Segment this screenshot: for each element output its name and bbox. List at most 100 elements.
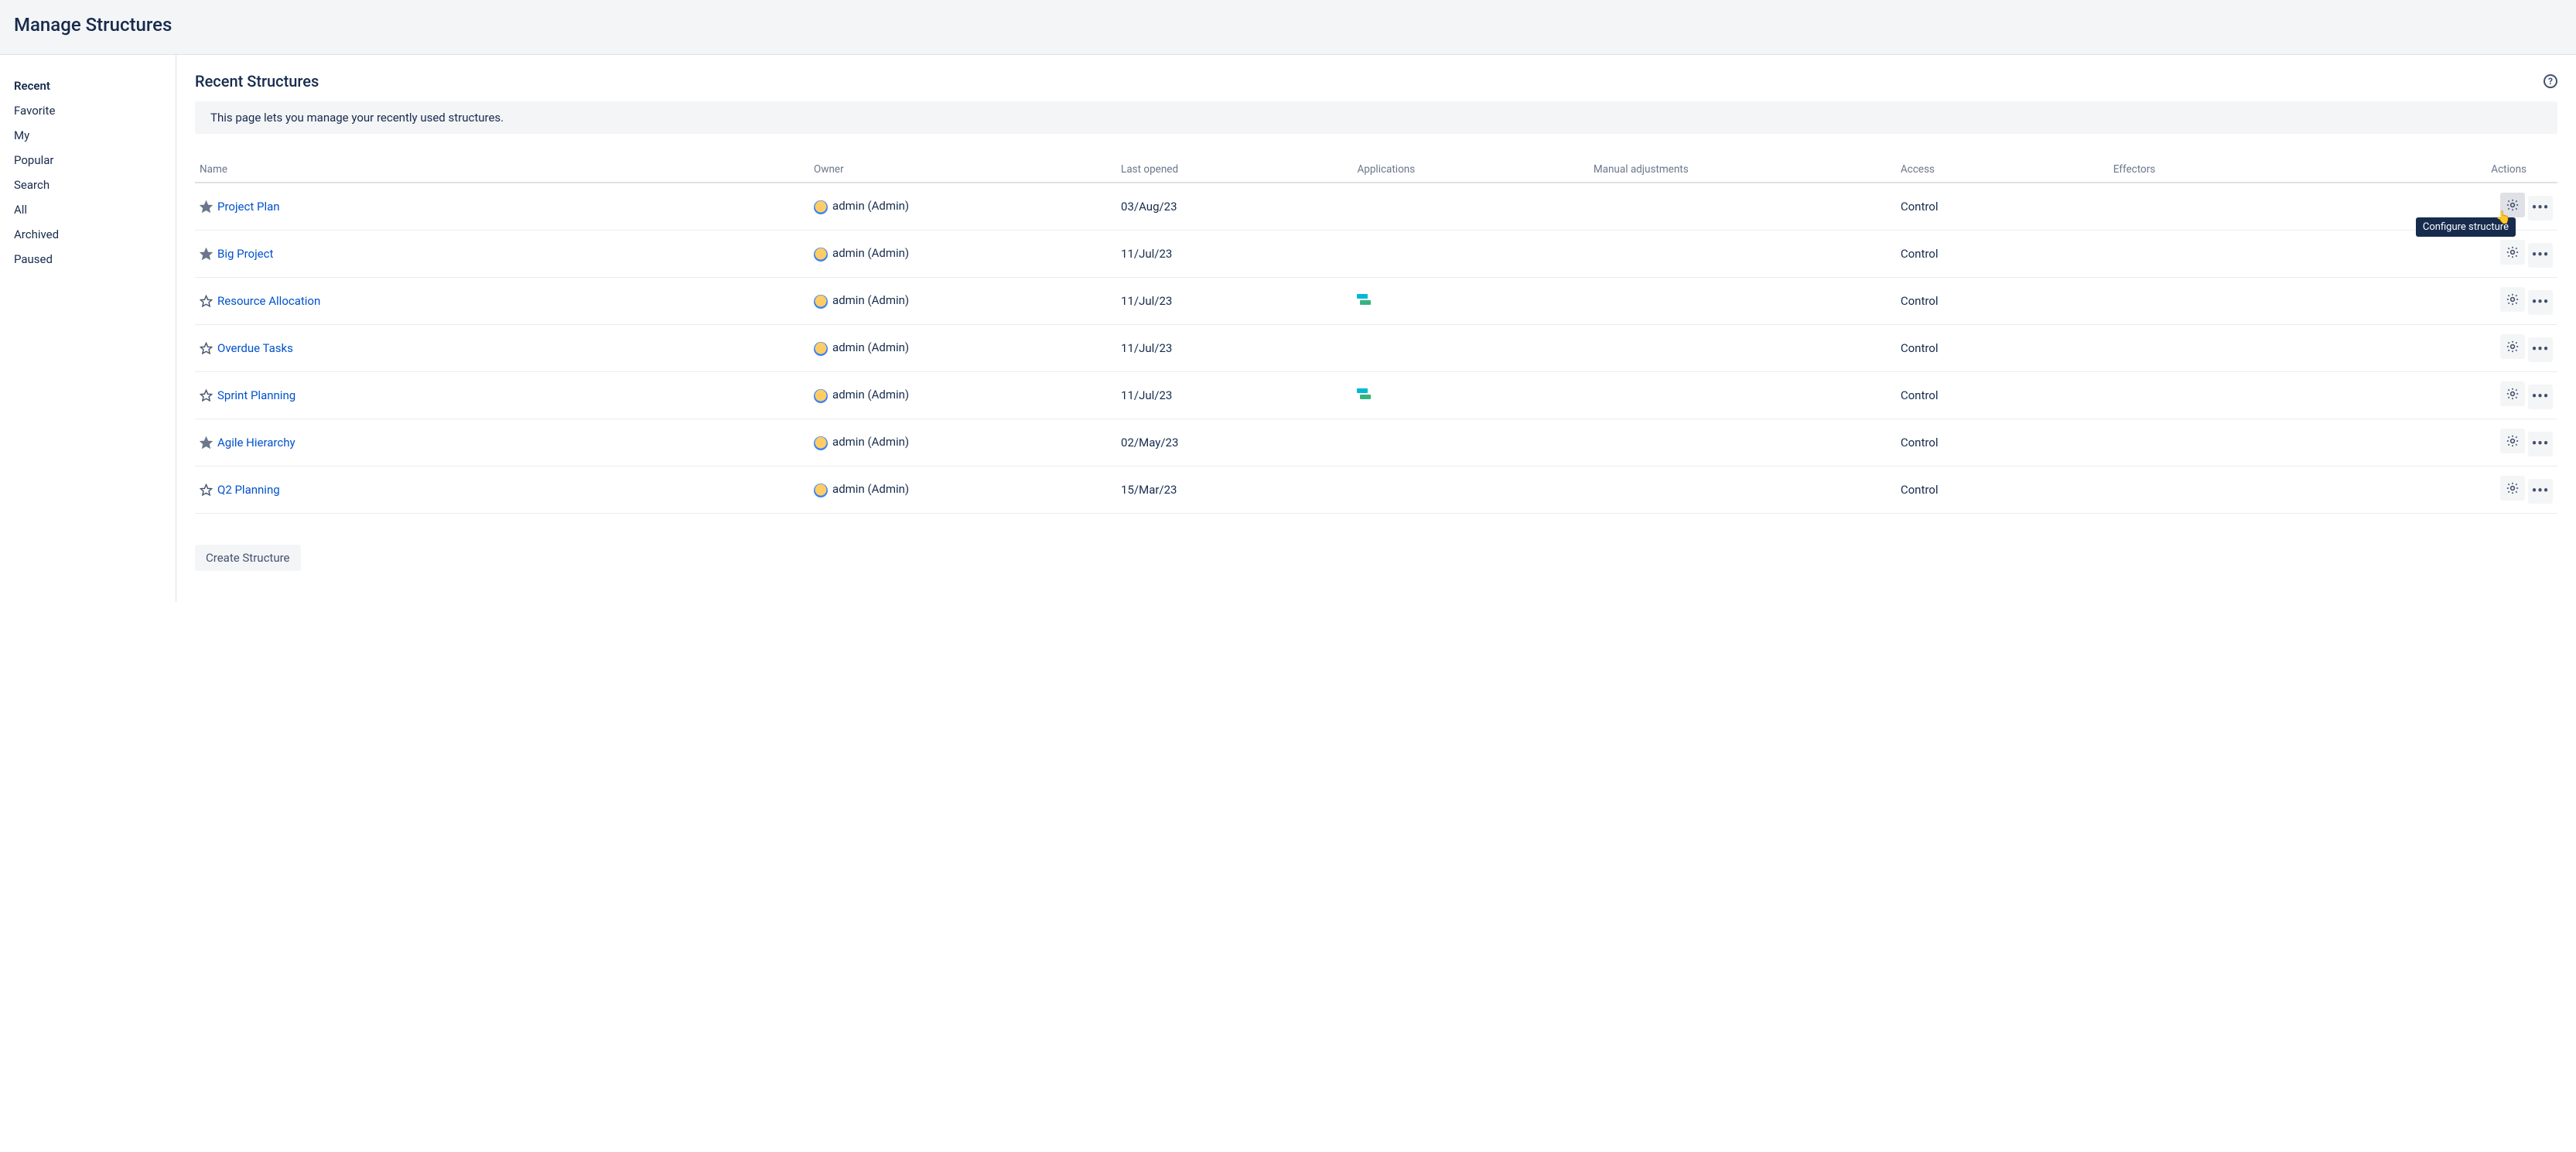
owner-name: admin (Admin) [832, 199, 909, 213]
table-row: Resource Allocationadmin (Admin)11/Jul/2… [195, 278, 2557, 325]
configure-button[interactable] [2500, 381, 2525, 406]
page-title: Manage Structures [14, 14, 2576, 36]
sidebar-item-all[interactable]: All [14, 197, 176, 222]
sidebar-item-favorite[interactable]: Favorite [14, 98, 176, 123]
access-cell: Control [1896, 231, 2109, 278]
application-icon[interactable] [1357, 294, 1371, 305]
applications-cell [1352, 372, 1588, 419]
application-icon[interactable] [1357, 388, 1371, 399]
last-opened: 15/Mar/23 [1116, 467, 1352, 514]
structure-link[interactable]: Q2 Planning [217, 484, 280, 497]
info-panel: This page lets you manage your recently … [195, 101, 2557, 134]
applications-cell [1352, 231, 1588, 278]
actions-cell: •••Configure structure👆 [2345, 183, 2557, 231]
avatar [814, 295, 828, 309]
more-icon: ••• [2532, 390, 2549, 404]
sidebar-item-popular[interactable]: Popular [14, 148, 176, 173]
sidebar: RecentFavoriteMyPopularSearchAllArchived… [0, 55, 176, 602]
sidebar-item-search[interactable]: Search [14, 173, 176, 197]
owner-name: admin (Admin) [832, 388, 909, 402]
structure-link[interactable]: Big Project [217, 248, 273, 262]
owner-name: admin (Admin) [832, 246, 909, 260]
structure-link[interactable]: Sprint Planning [217, 389, 296, 403]
actions-cell: ••• [2345, 278, 2557, 325]
manual-cell [1589, 419, 1896, 467]
access-cell: Control [1896, 183, 2109, 231]
structures-table: Name Owner Last opened Applications Manu… [195, 157, 2557, 514]
star-icon[interactable] [200, 248, 213, 261]
configure-button[interactable] [2500, 476, 2525, 501]
configure-button[interactable] [2500, 334, 2525, 359]
owner-name: admin (Admin) [832, 482, 909, 496]
col-manual[interactable]: Manual adjustments [1589, 157, 1896, 183]
col-owner[interactable]: Owner [809, 157, 1116, 183]
sidebar-item-archived[interactable]: Archived [14, 222, 176, 247]
access-cell: Control [1896, 325, 2109, 372]
last-opened: 11/Jul/23 [1116, 278, 1352, 325]
more-actions-button[interactable]: ••• [2528, 337, 2553, 362]
applications-cell [1352, 467, 1588, 514]
col-applications[interactable]: Applications [1352, 157, 1588, 183]
page-header: Manage Structures [0, 0, 2576, 55]
manual-cell [1589, 467, 1896, 514]
star-icon[interactable] [200, 484, 213, 497]
effectors-cell [2109, 419, 2345, 467]
applications-cell [1352, 325, 1588, 372]
col-access[interactable]: Access [1896, 157, 2109, 183]
owner-name: admin (Admin) [832, 340, 909, 354]
more-icon: ••• [2532, 248, 2549, 262]
more-actions-button[interactable]: ••• [2528, 432, 2553, 456]
actions-cell: ••• [2345, 231, 2557, 278]
col-last-opened[interactable]: Last opened [1116, 157, 1352, 183]
configure-button[interactable] [2500, 287, 2525, 312]
star-icon[interactable] [200, 200, 213, 214]
col-effectors[interactable]: Effectors [2109, 157, 2345, 183]
more-actions-button[interactable]: ••• [2528, 196, 2553, 220]
actions-cell: ••• [2345, 419, 2557, 467]
main-content: Recent Structures ? This page lets you m… [176, 55, 2576, 602]
content-title: Recent Structures [195, 72, 319, 91]
sidebar-item-paused[interactable]: Paused [14, 247, 176, 272]
col-actions: Actions [2345, 157, 2557, 183]
structure-link[interactable]: Resource Allocation [217, 295, 320, 309]
star-icon[interactable] [200, 389, 213, 402]
structure-link[interactable]: Overdue Tasks [217, 342, 293, 356]
access-cell: Control [1896, 419, 2109, 467]
col-name[interactable]: Name [195, 157, 809, 183]
create-structure-button[interactable]: Create Structure [195, 545, 301, 571]
effectors-cell [2109, 183, 2345, 231]
table-row: Agile Hierarchyadmin (Admin)02/May/23Con… [195, 419, 2557, 467]
table-row: Project Planadmin (Admin)03/Aug/23Contro… [195, 183, 2557, 231]
configure-button[interactable] [2500, 193, 2525, 217]
configure-button[interactable] [2500, 429, 2525, 453]
avatar [814, 484, 828, 497]
more-actions-button[interactable]: ••• [2528, 243, 2553, 268]
configure-button[interactable] [2500, 240, 2525, 265]
star-icon[interactable] [200, 342, 213, 355]
last-opened: 11/Jul/23 [1116, 231, 1352, 278]
star-icon[interactable] [200, 436, 213, 450]
manual-cell [1589, 183, 1896, 231]
more-icon: ••• [2532, 484, 2549, 498]
structure-link[interactable]: Agile Hierarchy [217, 436, 296, 450]
help-icon[interactable]: ? [2544, 74, 2557, 88]
structure-link[interactable]: Project Plan [217, 200, 280, 214]
access-cell: Control [1896, 372, 2109, 419]
avatar [814, 248, 828, 262]
sidebar-item-recent[interactable]: Recent [14, 73, 176, 98]
more-actions-button[interactable]: ••• [2528, 385, 2553, 409]
actions-cell: ••• [2345, 325, 2557, 372]
tooltip: Configure structure [2416, 217, 2516, 237]
more-icon: ••• [2532, 437, 2549, 451]
star-icon[interactable] [200, 295, 213, 308]
more-actions-button[interactable]: ••• [2528, 290, 2553, 315]
more-icon: ••• [2532, 296, 2549, 309]
access-cell: Control [1896, 278, 2109, 325]
more-actions-button[interactable]: ••• [2528, 479, 2553, 504]
effectors-cell [2109, 231, 2345, 278]
manual-cell [1589, 372, 1896, 419]
effectors-cell [2109, 467, 2345, 514]
manual-cell [1589, 231, 1896, 278]
sidebar-item-my[interactable]: My [14, 123, 176, 148]
manual-cell [1589, 278, 1896, 325]
